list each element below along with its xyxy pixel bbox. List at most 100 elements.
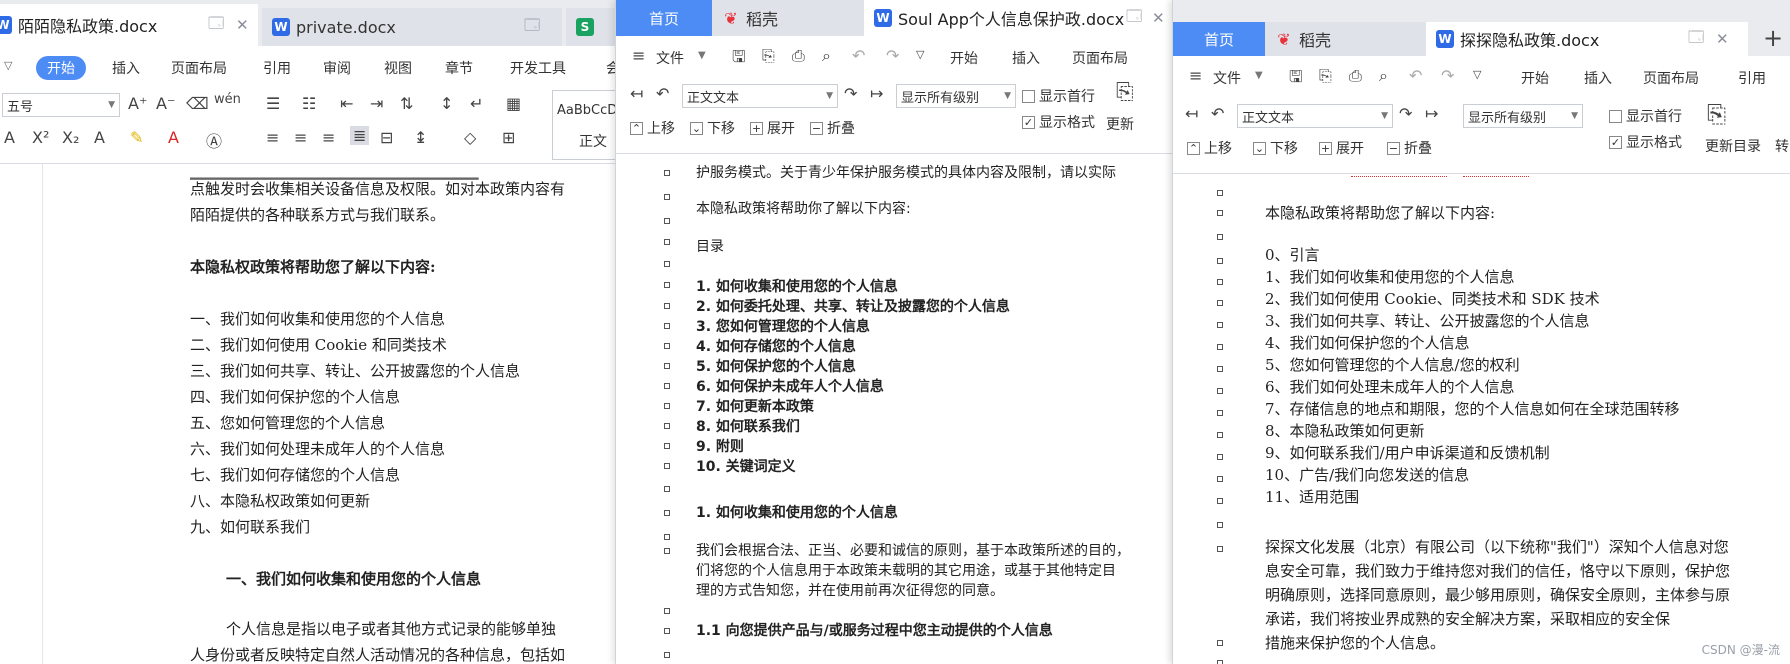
promote-icon[interactable]: ↤: [630, 84, 643, 103]
tab-review[interactable]: 审阅: [323, 58, 351, 78]
pin-icon[interactable]: 🗔: [524, 15, 540, 40]
font-size-select[interactable]: 五号 ▼: [2, 93, 120, 117]
tab-insert[interactable]: 插入: [1012, 48, 1040, 68]
table-border-icon[interactable]: ▦: [506, 94, 521, 113]
save-icon[interactable]: 🖫: [732, 46, 746, 73]
tab-home-page[interactable]: 首页: [1173, 22, 1265, 56]
tab-home-page[interactable]: 首页: [616, 0, 712, 36]
justify-icon[interactable]: ≣: [350, 126, 370, 145]
tab-momo-doc[interactable]: W 陌陌隐私政策.docx 🗔 ✕: [0, 4, 258, 46]
pin-icon[interactable]: 🗔: [1688, 27, 1704, 52]
char-border-icon[interactable]: Ⓐ: [206, 128, 222, 152]
update-icon[interactable]: ⎘: [1116, 80, 1134, 105]
new-tab-icon[interactable]: +: [1763, 24, 1783, 52]
convert-button[interactable]: 转: [1775, 136, 1789, 156]
print-icon[interactable]: ⎙: [1349, 66, 1362, 86]
increase-indent-icon[interactable]: ⇥: [370, 94, 383, 113]
tab-soul-doc[interactable]: W Soul App个人信息保护政.docx 🗔 ✕: [864, 0, 1175, 36]
tab-page-layout[interactable]: 页面布局: [1643, 68, 1699, 88]
tab-home[interactable]: 开始: [36, 56, 86, 80]
tab-developer[interactable]: 开发工具: [510, 58, 566, 78]
tab-references[interactable]: 引用: [1738, 68, 1766, 88]
close-icon[interactable]: ✕: [1152, 9, 1165, 27]
demote-icon[interactable]: ↦: [870, 84, 883, 103]
line-spacing-icon[interactable]: ↨: [414, 128, 427, 147]
show-format-checkbox[interactable]: ✓ 显示格式: [1022, 112, 1095, 132]
superscript-icon[interactable]: X²: [32, 128, 49, 147]
undo-icon[interactable]: ↶: [1409, 66, 1422, 85]
expand-button[interactable]: + 展开: [750, 118, 795, 138]
pin-icon[interactable]: 🗔: [1126, 6, 1142, 31]
move-down-button[interactable]: ⌄ 下移: [1253, 138, 1298, 158]
file-menu[interactable]: 文件: [1213, 68, 1241, 88]
align-center-icon[interactable]: ≡: [294, 128, 307, 147]
expand-button[interactable]: + 展开: [1319, 138, 1364, 158]
level-select[interactable]: 显示所有级别 ▼: [1463, 104, 1583, 128]
text-effect-icon[interactable]: A: [4, 128, 15, 147]
preview-icon[interactable]: ⌕: [822, 46, 831, 66]
shrink-font-icon[interactable]: A⁻: [156, 94, 175, 113]
back-icon[interactable]: ↶: [1211, 104, 1224, 123]
distribute-icon[interactable]: ⊟: [380, 128, 393, 147]
more-icon[interactable]: ▽: [1473, 68, 1481, 81]
tab-home[interactable]: 开始: [1521, 68, 1549, 88]
update-button[interactable]: 更新: [1106, 114, 1134, 134]
print-icon[interactable]: ⎙: [792, 46, 805, 66]
show-marks-icon[interactable]: ↵: [470, 94, 483, 113]
tab-home[interactable]: 开始: [950, 48, 978, 68]
back-icon[interactable]: ↶: [656, 84, 669, 103]
tab-chapter[interactable]: 章节: [445, 58, 473, 78]
menu-icon[interactable]: ≡: [1189, 66, 1202, 85]
chevron-down-icon[interactable]: ▽: [4, 59, 12, 72]
close-icon[interactable]: ✕: [236, 16, 249, 34]
tab-page-layout[interactable]: 页面布局: [171, 58, 227, 78]
collapse-button[interactable]: − 折叠: [810, 118, 855, 138]
show-format-checkbox[interactable]: ✓ 显示格式: [1609, 132, 1682, 152]
text-direction-icon[interactable]: ⇅: [400, 94, 413, 113]
tab-view[interactable]: 视图: [384, 58, 412, 78]
forward-icon[interactable]: ↷: [844, 84, 857, 103]
outline-style-select[interactable]: 正文文本 ▼: [682, 84, 838, 108]
menu-icon[interactable]: ≡: [632, 46, 645, 65]
update-toc-icon[interactable]: ⎘: [1707, 100, 1726, 128]
move-up-button[interactable]: ⌃ 上移: [1187, 138, 1232, 158]
tab-insert[interactable]: 插入: [1584, 68, 1612, 88]
eraser-icon[interactable]: ⌫: [186, 94, 209, 113]
tab-page-layout[interactable]: 页面布局: [1072, 48, 1128, 68]
subscript-icon[interactable]: X₂: [62, 128, 79, 147]
borders-icon[interactable]: ⊞: [502, 128, 515, 147]
export-icon[interactable]: ⎘: [762, 46, 775, 66]
move-up-button[interactable]: ⌃ 上移: [630, 118, 675, 138]
outline-style-select[interactable]: 正文文本 ▼: [1237, 104, 1393, 128]
tab-tantan-doc[interactable]: W 探探隐私政策.docx 🗔 ✕: [1426, 22, 1748, 56]
close-icon[interactable]: ✕: [1716, 30, 1729, 48]
tab-references[interactable]: 引用: [263, 58, 291, 78]
preview-icon[interactable]: ⌕: [1379, 66, 1388, 86]
phonetic-icon[interactable]: wén: [214, 92, 241, 107]
highlight-icon[interactable]: ✎: [130, 128, 143, 147]
numbered-list-icon[interactable]: ☷: [302, 94, 316, 113]
demote-icon[interactable]: ↦: [1425, 104, 1438, 123]
file-menu[interactable]: 文件: [656, 48, 684, 68]
collapse-button[interactable]: − 折叠: [1387, 138, 1432, 158]
show-first-line-checkbox[interactable]: 显示首行: [1609, 106, 1682, 126]
sort-icon[interactable]: ↕: [440, 94, 453, 113]
redo-icon[interactable]: ↷: [1441, 66, 1454, 85]
decrease-indent-icon[interactable]: ⇤: [340, 94, 353, 113]
font-color-icon[interactable]: A: [168, 128, 179, 147]
tab-insert[interactable]: 插入: [112, 58, 140, 78]
font-effect-icon[interactable]: A: [94, 128, 105, 147]
undo-icon[interactable]: ↶: [852, 46, 865, 65]
save-icon[interactable]: 🖫: [1289, 66, 1303, 93]
bullet-list-icon[interactable]: ☰: [266, 94, 280, 113]
show-first-line-checkbox[interactable]: 显示首行: [1022, 86, 1095, 106]
more-icon[interactable]: ▽: [916, 48, 924, 61]
align-right-icon[interactable]: ≡: [322, 128, 335, 147]
update-toc-button[interactable]: 更新目录: [1705, 136, 1761, 156]
align-left-icon[interactable]: ≡: [266, 128, 279, 147]
forward-icon[interactable]: ↷: [1399, 104, 1412, 123]
shading-icon[interactable]: ◇: [464, 128, 476, 147]
level-select[interactable]: 显示所有级别 ▼: [896, 84, 1016, 108]
pin-icon[interactable]: 🗔: [208, 13, 224, 38]
redo-icon[interactable]: ↷: [886, 46, 899, 65]
